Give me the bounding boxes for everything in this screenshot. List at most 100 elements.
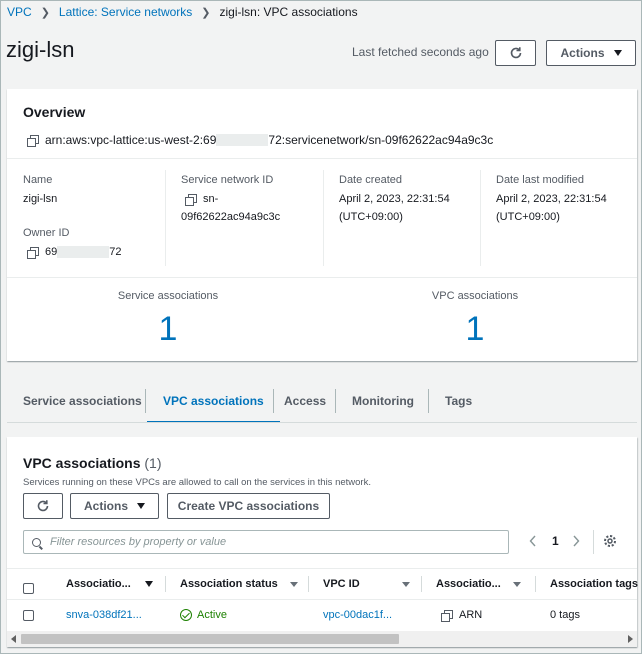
tab-service-associations[interactable]: Service associations (23, 381, 142, 421)
owner-id-suffix: 72 (109, 246, 122, 258)
column-divider (323, 170, 324, 266)
sort-caret-icon (401, 581, 410, 587)
table-refresh-button[interactable] (23, 493, 63, 519)
scrollbar-thumb[interactable] (21, 634, 399, 644)
vpc-id-link[interactable]: vpc-00dac1f... (323, 607, 392, 623)
tab-monitoring[interactable]: Monitoring (352, 381, 414, 421)
tab-vpc-associations[interactable]: VPC associations (147, 381, 280, 423)
breadcrumb-service-networks-link[interactable]: Lattice: Service networks (59, 5, 192, 19)
breadcrumb-current: zigi-lsn: VPC associations (219, 5, 358, 19)
date-modified-line2: (UTC+09:00) (496, 211, 560, 223)
breadcrumb: VPC ❯ Lattice: Service networks ❯ zigi-l… (7, 4, 358, 20)
refresh-button[interactable] (495, 40, 536, 66)
column-header-association-type[interactable]: Associatio... (436, 576, 521, 592)
refresh-icon (510, 47, 521, 59)
column-divider (535, 576, 536, 592)
page-title: zigi-lsn (6, 37, 75, 62)
vpc-associations-heading: VPC associations (1) (23, 455, 162, 471)
settings-gear-icon[interactable] (603, 534, 617, 548)
service-associations-label: Service associations (117, 290, 219, 302)
name-label: Name (23, 174, 53, 186)
select-all-checkbox[interactable] (23, 583, 34, 597)
date-created-label: Date created (339, 174, 402, 186)
service-network-id-line1: sn- (185, 190, 218, 208)
scroll-left-icon[interactable] (11, 635, 16, 643)
arn-prefix: arn:aws:vpc-lattice:us-west-2:69 (45, 133, 217, 147)
tab-tags[interactable]: Tags (445, 381, 472, 421)
arn-row: arn:aws:vpc-lattice:us-west-2:69 72:serv… (27, 133, 493, 147)
column-header-label: VPC ID (323, 578, 360, 590)
chevron-right-icon: ❯ (201, 6, 211, 19)
column-divider (421, 576, 422, 592)
column-header-vpc-id[interactable]: VPC ID (323, 576, 410, 592)
association-tags-text: 0 tags (550, 609, 580, 621)
column-header-label: Association tags (550, 578, 639, 590)
caret-down-icon (137, 503, 145, 509)
chevron-right-icon: ❯ (40, 6, 50, 19)
service-network-id-prefix: sn- (203, 193, 219, 205)
pager-divider (593, 530, 594, 554)
status-badge: Active (180, 607, 227, 623)
table-actions-label: Actions (83, 499, 128, 513)
column-header-association-id[interactable]: Associatio... (66, 576, 153, 592)
create-vpc-associations-button[interactable]: Create VPC associations (167, 493, 330, 519)
refresh-icon (37, 500, 49, 512)
chevron-left-icon[interactable] (528, 534, 538, 548)
column-divider (480, 170, 481, 266)
breadcrumb-vpc-link[interactable]: VPC (7, 5, 32, 19)
column-divider (165, 576, 166, 592)
vpc-associations-count-badge: (1) (144, 455, 162, 471)
overview-divider (7, 158, 637, 159)
header-actions-button[interactable]: Actions (546, 40, 636, 66)
service-associations-count[interactable]: 1 (148, 310, 188, 349)
chevron-right-icon[interactable] (571, 534, 581, 548)
column-header-label: Association status (180, 578, 278, 590)
overview-divider (7, 277, 637, 278)
page-number[interactable]: 1 (552, 534, 559, 548)
vpc-associations-count[interactable]: 1 (455, 310, 495, 349)
owner-id-label: Owner ID (23, 227, 70, 239)
copy-icon[interactable] (185, 194, 197, 206)
tab-bar: Service associations VPC associations Ac… (7, 381, 637, 423)
column-header-label: Associatio... (436, 578, 501, 590)
column-header-label: Associatio... (66, 578, 131, 590)
copy-icon[interactable] (27, 247, 39, 259)
last-fetched-text: Last fetched seconds ago (352, 45, 489, 59)
name-value: zigi-lsn (23, 193, 58, 205)
tab-divider (145, 389, 146, 413)
status-text: Active (197, 609, 227, 621)
owner-id-redaction (57, 246, 110, 258)
association-type-text: ARN (459, 609, 483, 621)
search-placeholder: Filter resources by property or value (50, 536, 227, 548)
vpc-id-text: vpc-00dac1f... (323, 609, 393, 621)
horizontal-scrollbar[interactable] (7, 631, 637, 647)
scroll-right-icon[interactable] (628, 635, 633, 643)
association-id-link[interactable]: snva-038df21... (66, 607, 142, 623)
column-header-association-status[interactable]: Association status (180, 576, 298, 592)
create-vpc-associations-label: Create VPC associations (177, 499, 320, 513)
copy-icon[interactable] (441, 610, 453, 622)
tab-access[interactable]: Access (284, 381, 326, 421)
vpc-associations-title: VPC associations (23, 455, 141, 471)
copy-icon[interactable] (27, 135, 39, 147)
overview-panel: Overview arn:aws:vpc-lattice:us-west-2:6… (7, 89, 637, 361)
row-checkbox[interactable] (23, 610, 34, 624)
table-header-border (7, 599, 637, 600)
column-header-association-tags[interactable]: Association tags (550, 576, 638, 592)
association-id-text: snva-038df21... (66, 609, 142, 621)
search-input[interactable]: Filter resources by property or value (23, 530, 509, 554)
date-modified-label: Date last modified (496, 174, 585, 186)
table-top-border (7, 568, 637, 569)
column-divider (165, 170, 166, 266)
sort-caret-icon (512, 581, 521, 587)
table-actions-button[interactable]: Actions (70, 493, 159, 519)
column-divider (308, 576, 309, 592)
status-success-icon (180, 609, 192, 621)
service-network-id-line2: 09f62622ac94a9c3c (181, 211, 281, 223)
sort-caret-icon (144, 581, 153, 587)
vpc-associations-label: VPC associations (431, 290, 519, 302)
tab-divider (428, 389, 429, 413)
tab-bar-underline (7, 422, 637, 423)
caret-down-icon (613, 50, 622, 56)
vpc-associations-description: Services running on these VPCs are allow… (23, 477, 371, 488)
